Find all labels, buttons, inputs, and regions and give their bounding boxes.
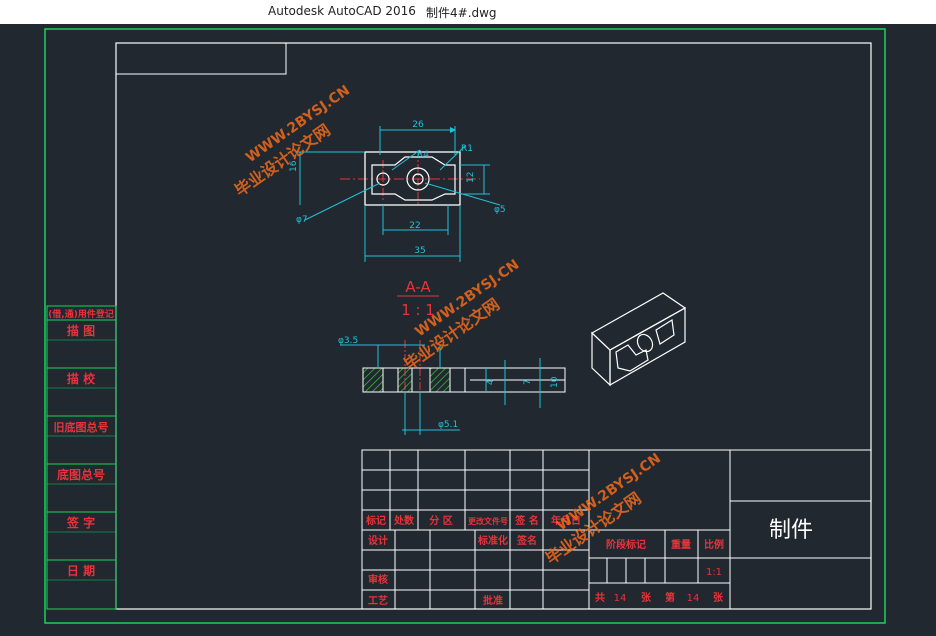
drawing-canvas[interactable]: (借,通)用件登记 描 图 描 校 旧底图总号 底图总号 签 字 日 期 26 … (0, 24, 936, 632)
section-view[interactable]: φ3.5 φ5.1 4 7 10 (338, 336, 566, 435)
tb-stage-label: 阶段标记 (606, 538, 646, 551)
tb-row-label-1: 标记 (365, 514, 386, 527)
dim-bore-bottom: φ5.1 (438, 420, 458, 430)
left-col-item-6: 日 期 (67, 563, 95, 578)
tb-design-label: 设计 (368, 534, 388, 547)
app-title: Autodesk AutoCAD 2016 (268, 4, 416, 18)
dim-hole-right: φ5 (494, 205, 506, 215)
tb-approve-label: 批准 (483, 594, 503, 607)
tb-scale-label: 比例 (704, 538, 724, 551)
left-col-item-4: 底图总号 (57, 467, 105, 482)
dim-radius-outer: R1 (461, 144, 473, 154)
tb-sheet-total-label: 共 (595, 591, 605, 604)
tb-sheet-unit: 张 (641, 591, 652, 604)
top-left-box (115, 42, 287, 75)
tb-std-label: 标准化 (477, 534, 508, 547)
tb-weight-label: 重量 (671, 538, 691, 551)
tb-scale-value: 1:1 (706, 567, 722, 578)
left-col-header: (借,通)用件登记 (48, 308, 114, 320)
tb-row-label-3: 分 区 (429, 514, 452, 527)
dim-width-top: 26 (412, 120, 424, 130)
tb-sheet-no-label: 第 (665, 591, 675, 604)
tb-part-name: 制件 (769, 518, 813, 543)
tb-row-label-2: 处数 (393, 514, 415, 527)
left-col-item-5: 签 字 (66, 515, 95, 530)
watermarks: 毕业设计论文网 WWW.2BYSJ.CN 毕业设计论文网 WWW.2BYSJ.C… (231, 82, 664, 568)
dim-width-inner: 22 (409, 221, 420, 231)
tb-sheet-total: 14 (614, 593, 627, 604)
dim-height-mid: 7 (523, 379, 533, 385)
dim-bore-top: φ3.5 (338, 336, 358, 346)
tb-review-label: 审核 (368, 573, 388, 586)
file-name: 制件4#.dwg (426, 6, 497, 20)
left-col-item-2: 描 校 (67, 371, 96, 386)
dim-height-right: 12 (466, 172, 476, 183)
title-bar: Autodesk AutoCAD 2016 制件4#.dwg (0, 0, 936, 24)
dim-hole-left: φ7 (296, 215, 308, 225)
tb-craft-label: 工艺 (368, 594, 388, 607)
dim-radius-inner: R4 (417, 150, 429, 160)
tb-sheet-no: 14 (687, 593, 700, 604)
tb-row-label-4: 更改文件号 (468, 516, 508, 526)
dim-height-outer: 10 (550, 376, 560, 388)
dim-width-bottom: 35 (414, 246, 425, 256)
section-label: A-A (405, 278, 431, 296)
isometric-view[interactable] (590, 292, 687, 387)
tb-sheet-unit2: 张 (713, 591, 724, 604)
dim-height-inner: 4 (486, 379, 496, 385)
left-column-table: (借,通)用件登记 描 图 描 校 旧底图总号 底图总号 签 字 日 期 (46, 305, 117, 610)
left-col-item-3: 旧底图总号 (54, 420, 109, 434)
tb-row-label-5: 签 名 (514, 514, 538, 527)
left-col-item-1: 描 图 (67, 323, 95, 338)
tb-sign-label: 签名 (516, 534, 537, 547)
